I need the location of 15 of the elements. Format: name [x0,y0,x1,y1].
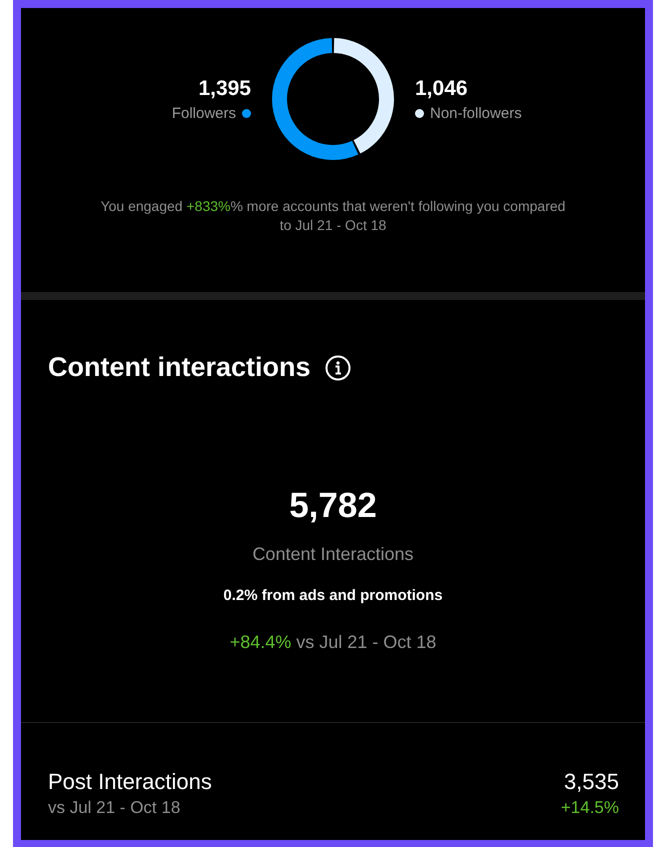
count-value: 1,395 [198,76,251,100]
legend-label: Non-followers [430,104,522,122]
total-value: 5,782 [289,486,377,526]
engagement-note: You engaged +833%% more accounts that weren't following you compared to Jul 21 - Oct 18 [100,197,566,235]
metric-title: Post Interactions [48,769,212,795]
change-text: +84.4% vs Jul 21 - Oct 18 [230,632,436,653]
info-icon[interactable] [324,354,351,380]
total-label: Content Interactions [252,544,414,565]
legend-label: Followers [172,104,236,122]
metric-change: +14.5% [560,798,619,818]
count-value: 1,046 [415,76,468,100]
ads-share: 0.2% from ads and promotions [223,587,443,604]
metric-value: 3,535 [564,769,619,795]
section-title: Content interactions [48,352,311,383]
metric-period: vs Jul 21 - Oct 18 [48,798,180,818]
